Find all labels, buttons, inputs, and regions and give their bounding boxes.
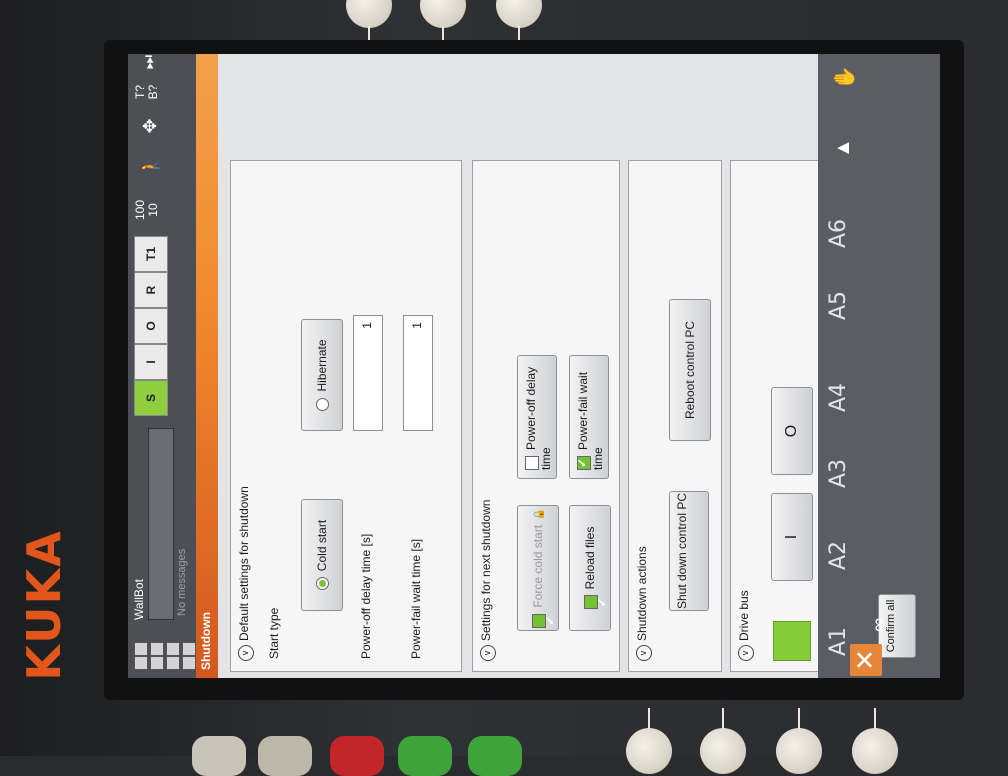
led — [182, 642, 196, 656]
view-title: Shutdown — [199, 612, 213, 670]
power-fail-wait-input[interactable]: 1 — [403, 315, 433, 431]
axis-label-a5: A5 — [826, 290, 851, 320]
program-status[interactable]: R — [134, 272, 168, 308]
shutdown-actions-group: v Shutdown actions Shut down control PC R… — [628, 160, 722, 672]
power-off-delay-toggle[interactable]: Power-off delay time — [517, 355, 557, 479]
shut-down-pc-button[interactable]: Shut down control PC — [669, 491, 709, 611]
power-off-delay-label: Power-off delay time [s] — [359, 533, 373, 659]
led — [134, 656, 148, 670]
led — [182, 656, 196, 670]
drives-status[interactable]: I — [134, 344, 168, 380]
led — [134, 642, 148, 656]
chevron-down-icon: v — [738, 645, 754, 661]
lock-icon: 🔒 — [534, 508, 545, 521]
led — [166, 642, 180, 656]
start-key[interactable] — [468, 736, 522, 776]
infinity-icon: ∞ — [868, 617, 890, 632]
next-shutdown-group: v Settings for next shutdown Force cold s… — [472, 160, 620, 672]
drive-bus-group: v Drive bus I O — [730, 160, 828, 672]
drive-bus-title[interactable]: v Drive bus — [737, 590, 754, 661]
axis-label-a6: A6 — [826, 218, 851, 248]
view-header: Shutdown — [196, 54, 218, 678]
checkbox-checked-icon — [531, 613, 546, 628]
chevron-down-icon: v — [480, 645, 496, 661]
hmi-screen: WallBot No messages S I O R T1 100 10 🚶 … — [128, 54, 940, 678]
axis-scroll-up-icon[interactable]: ▲ — [832, 138, 855, 158]
jog-mode-icon[interactable]: ✥ — [134, 106, 166, 146]
status-leds — [128, 620, 196, 678]
kuka-logo: KUKA — [17, 529, 71, 681]
chevron-down-icon: v — [238, 645, 254, 661]
shutdown-actions-title[interactable]: v Shutdown actions — [635, 546, 652, 661]
radio-selected-icon — [316, 577, 330, 591]
reload-files-label: Reload files — [583, 526, 597, 590]
checkbox-icon — [524, 456, 539, 470]
incremental-jog-icon[interactable]: ⏭ — [134, 54, 166, 82]
function-key-1[interactable] — [192, 736, 246, 776]
checkbox-checked-icon — [583, 595, 598, 610]
smartpad-ui: WallBot No messages S I O R T1 100 10 🚶 … — [128, 54, 940, 678]
stop-key[interactable] — [330, 736, 384, 776]
robot-name: WallBot — [132, 579, 146, 620]
hardware-key-bottom-4[interactable] — [852, 728, 898, 774]
axis-label-a1: A1 — [826, 626, 851, 656]
reboot-pc-button[interactable]: Reboot control PC — [669, 299, 711, 441]
hardware-key-bottom-2[interactable] — [700, 728, 746, 774]
radio-icon — [316, 397, 330, 411]
next-shutdown-title-text: Settings for next shutdown — [479, 499, 493, 641]
power-off-delay-input[interactable]: 1 — [353, 315, 383, 431]
default-settings-group: v Default settings for shutdown Start typ… — [230, 160, 462, 672]
drive-bus-off-button[interactable]: O — [771, 387, 813, 475]
drive-bus-on-button[interactable]: I — [771, 493, 813, 581]
message-bar[interactable] — [148, 428, 174, 620]
chevron-down-icon: v — [636, 645, 652, 661]
status-bar: WallBot No messages S I O R T1 100 10 🚶 … — [128, 54, 196, 678]
start-backward-key[interactable] — [398, 736, 452, 776]
cold-start-label: Cold start — [315, 519, 329, 572]
force-cold-start-toggle[interactable]: Force cold start 🔒 — [517, 505, 559, 631]
reload-files-toggle[interactable]: Reload files — [569, 505, 611, 631]
next-shutdown-title[interactable]: v Settings for next shutdown — [479, 500, 496, 661]
shutdown-actions-title-text: Shutdown actions — [635, 546, 649, 641]
hardware-key-bottom-3[interactable] — [776, 728, 822, 774]
hand-jog-icon[interactable]: ✋ — [832, 65, 857, 90]
drive-bus-status-indicator — [773, 621, 811, 661]
axis-label-a4: A4 — [826, 382, 851, 412]
override-jog: 10 — [146, 203, 160, 217]
close-icon[interactable]: ✕ — [850, 644, 882, 676]
cold-start-option[interactable]: Cold start — [301, 499, 343, 611]
robot-interpreter-status[interactable]: O — [134, 308, 168, 344]
power-fail-wait-label: Power-fail wait time [s] — [409, 538, 423, 659]
drive-bus-title-text: Drive bus — [737, 590, 751, 641]
override-indicator[interactable]: 100 10 — [133, 190, 160, 230]
led — [166, 656, 180, 670]
checkbox-checked-icon — [576, 456, 591, 470]
led — [150, 656, 164, 670]
jog-axis-bar: A1 A2 A3 A4 A5 A6 Confirm all ▲ ✋ ∞ — [818, 54, 940, 678]
operating-mode[interactable]: T1 — [134, 236, 168, 272]
hibernate-label: Hibernate — [315, 339, 329, 392]
force-cold-start-label: Force cold start — [531, 524, 545, 608]
led — [150, 642, 164, 656]
message-text: No messages — [176, 548, 188, 616]
submit-interpreter-status[interactable]: S — [134, 380, 168, 416]
axis-label-a2: A2 — [826, 540, 851, 570]
power-fail-wait-toggle[interactable]: Power-fail wait time — [569, 355, 609, 479]
run-mode-icon[interactable]: 🚶 — [134, 146, 166, 186]
function-key-2[interactable] — [258, 736, 312, 776]
default-settings-title[interactable]: v Default settings for shutdown — [237, 486, 254, 661]
axis-label-a3: A3 — [826, 458, 851, 488]
power-off-delay-time-label: Power-off delay time — [524, 366, 553, 470]
hardware-key-bottom-1[interactable] — [626, 728, 672, 774]
hibernate-option[interactable]: Hibernate — [301, 319, 343, 431]
start-type-label: Start type — [267, 607, 281, 659]
default-settings-title-text: Default settings for shutdown — [237, 486, 251, 641]
